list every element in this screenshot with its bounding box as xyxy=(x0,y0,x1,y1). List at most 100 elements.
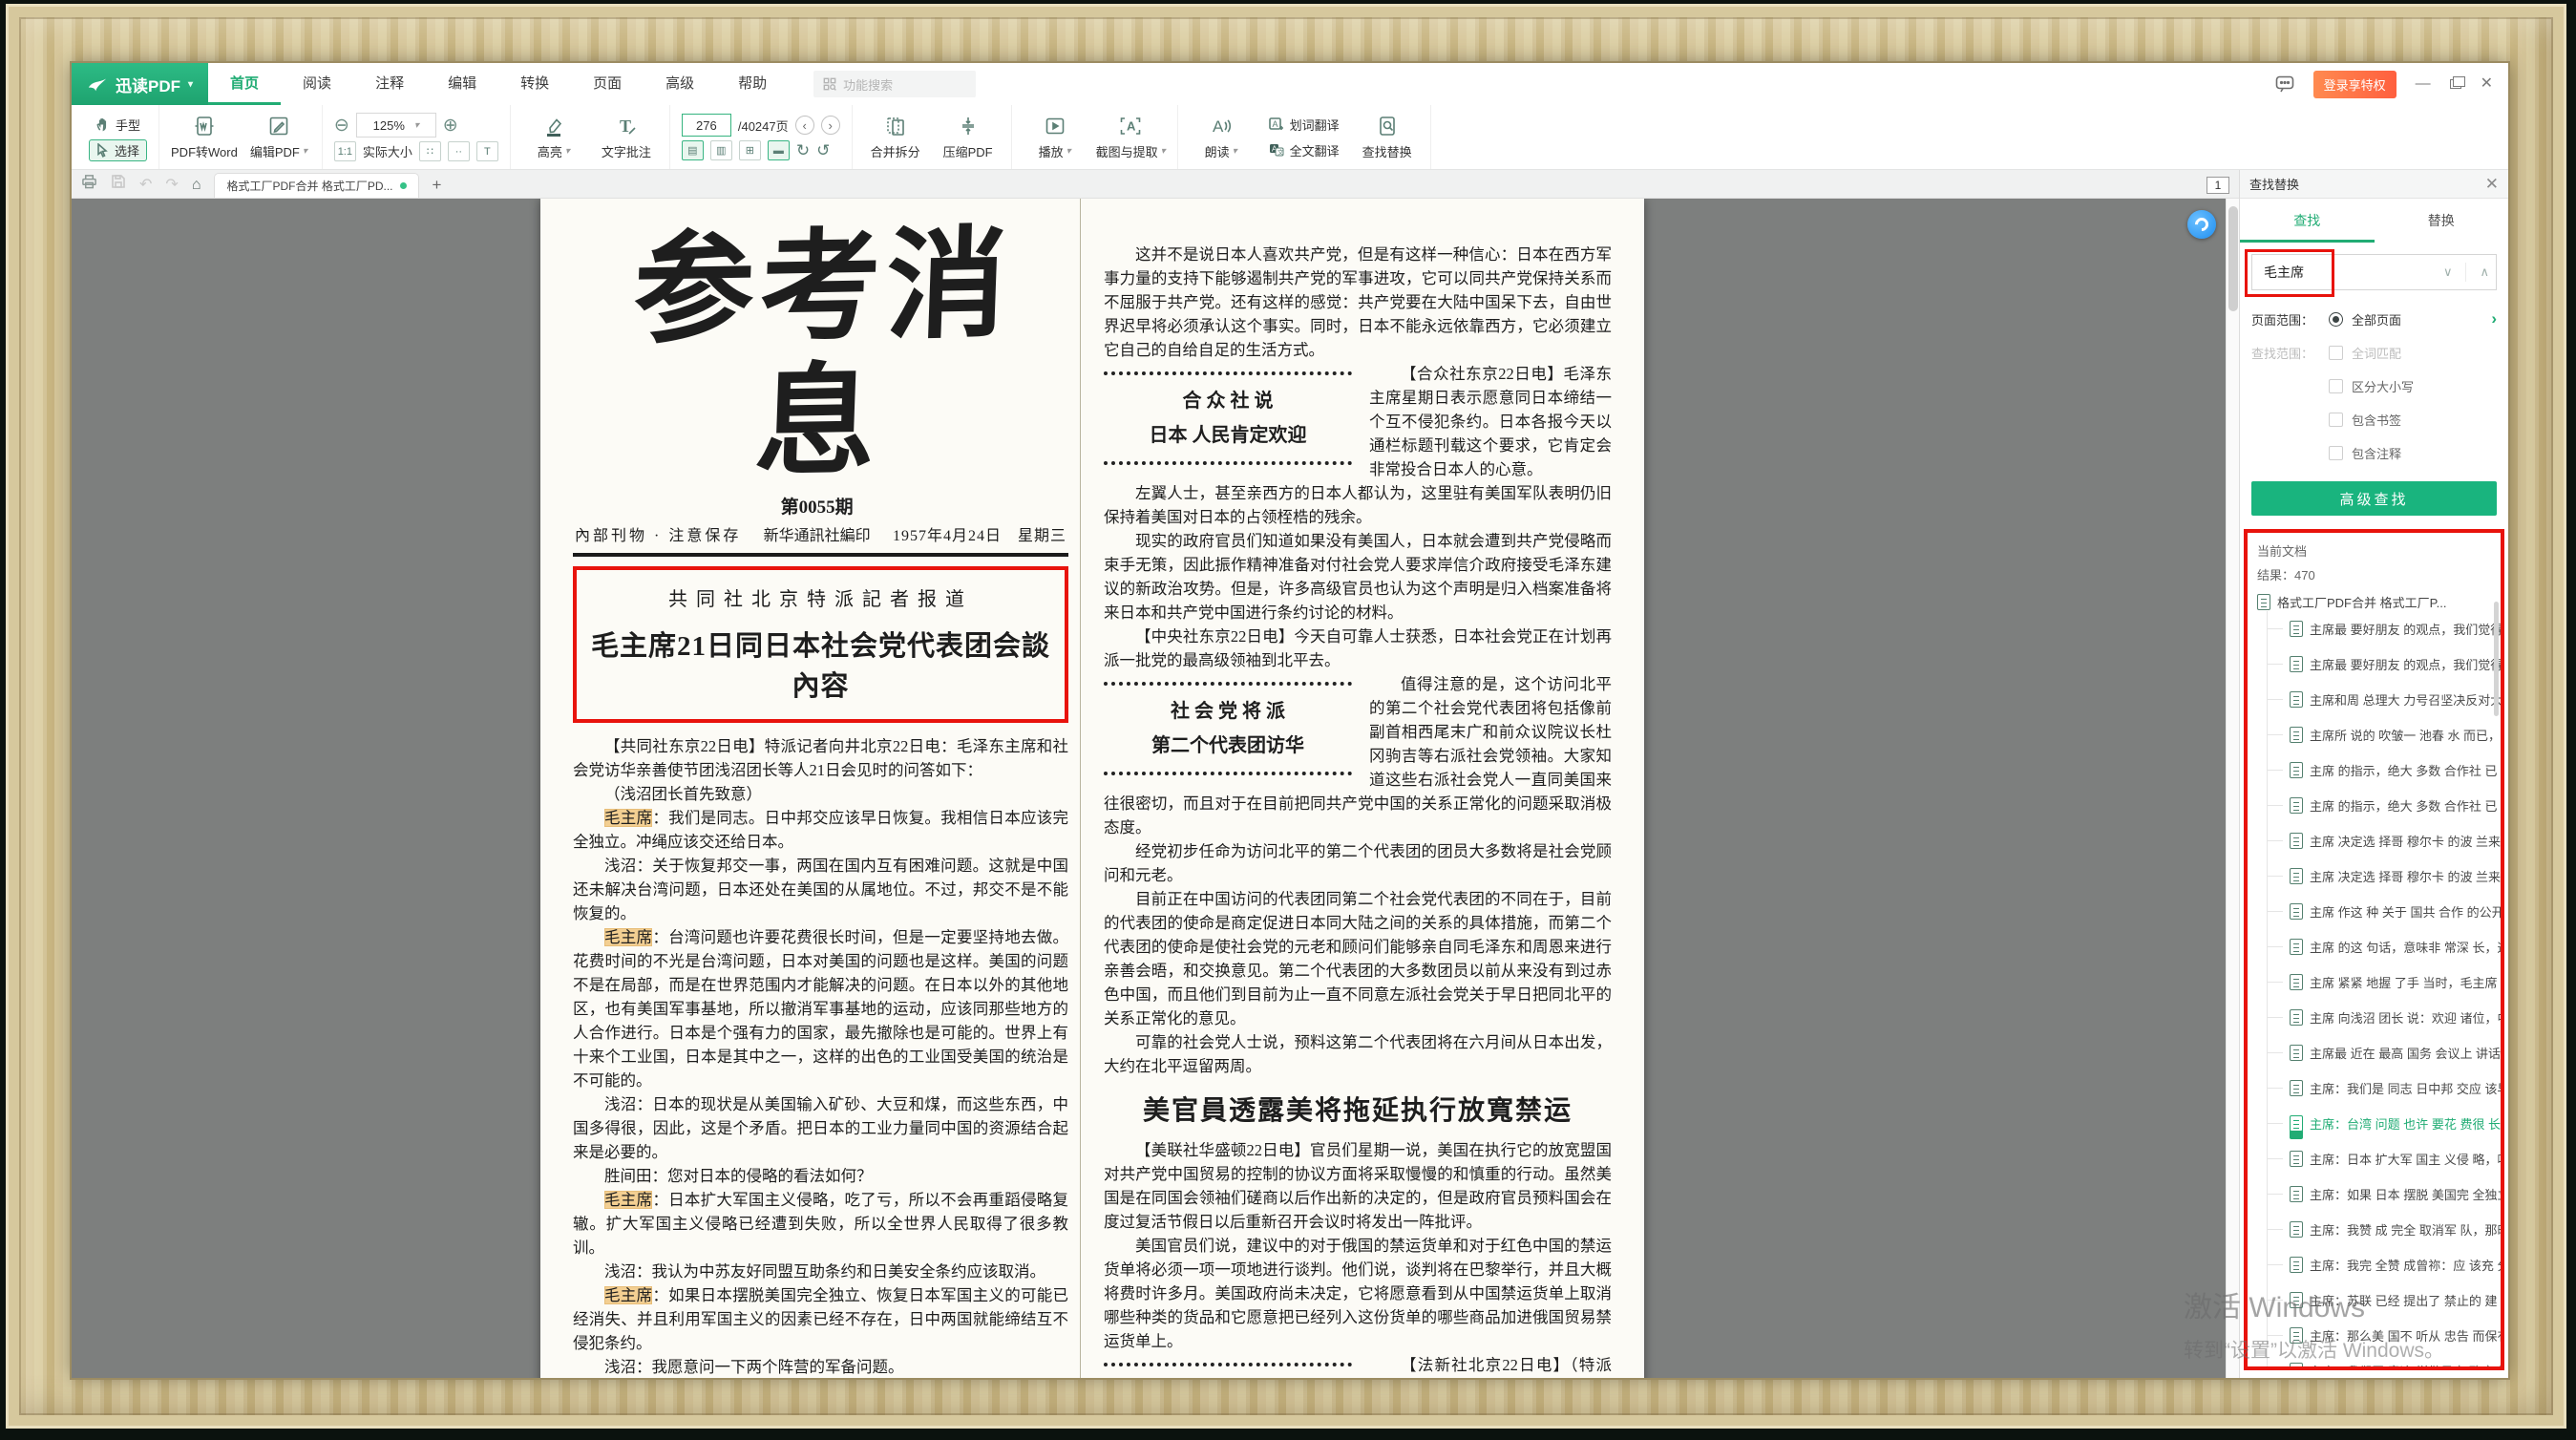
save-icon[interactable] xyxy=(111,174,126,194)
rotate-clockwise-button[interactable]: ↻ xyxy=(796,141,810,160)
document-scrollbar[interactable] xyxy=(2226,199,2239,1378)
search-result-item[interactable]: 主席 紧紧 地握 了手 当时，毛主席 向 xyxy=(2268,964,2501,1000)
search-result-item[interactable]: 主席：那么美 国不 听从 忠告 而保有 xyxy=(2268,1318,2501,1353)
fit-text-button[interactable]: T xyxy=(476,141,498,161)
search-result-item[interactable]: 主席 的指示，绝大 多数 合作社 已 xyxy=(2268,752,2501,788)
search-result-item[interactable]: 主席：如果 日本 摆脱 美国完 全独立 xyxy=(2268,1176,2501,1212)
search-result-item[interactable]: 主席最 近在 最高 国务 会议上 讲话 xyxy=(2268,1035,2501,1070)
undo-icon[interactable]: ↶ xyxy=(139,175,152,194)
ribbon-tab[interactable]: 注释 xyxy=(353,63,426,105)
text-annotation-button[interactable]: T 文字批注 xyxy=(595,115,658,160)
ribbon-tab[interactable]: 帮助 xyxy=(716,63,789,105)
full-translate-button[interactable]: A文 全文翻译 xyxy=(1262,139,1346,161)
ribbon-tab[interactable]: 页面 xyxy=(571,63,644,105)
ribbon-tab[interactable]: 首页 xyxy=(208,63,281,105)
search-result-item[interactable]: 主席和周 总理大 力号召坚决反对大 xyxy=(2268,682,2501,717)
select-tool-label: 选择 xyxy=(115,141,139,159)
compress-pdf-button[interactable]: 压缩PDF xyxy=(937,115,1000,160)
fit-width-button[interactable]: ·· xyxy=(448,141,470,161)
search-result-item[interactable]: 主席：苏联 已经 提出了 禁止的 建 xyxy=(2268,1282,2501,1318)
search-result-item[interactable]: 主席所 说的 吹皱一 池春 水 而已，没 xyxy=(2268,717,2501,752)
search-result-item[interactable]: 主席：我完 全赞 成曾祢：应 该充 分傅 xyxy=(2268,1247,2501,1282)
chevron-down-icon: ▾ xyxy=(1161,146,1166,157)
find-next-icon[interactable]: ∨ xyxy=(2443,265,2453,280)
checkbox-bookmarks[interactable] xyxy=(2329,413,2343,427)
two-page-view-button[interactable]: ▥ xyxy=(710,140,732,160)
document-canvas[interactable]: 参考消息 內部刊物 · 注意保存 第0055期 新华通訊社編印 1957年4月2… xyxy=(72,199,2239,1378)
highlight-button[interactable]: 高亮▾ xyxy=(522,115,585,160)
merge-split-button[interactable]: 合并拆分 xyxy=(864,115,927,160)
read-aloud-button[interactable]: A 朗读▾ xyxy=(1190,115,1253,160)
redo-icon[interactable]: ↷ xyxy=(165,175,178,194)
search-result-item[interactable]: 主席最 要好朋友 的观点，我们觉得 xyxy=(2268,646,2501,682)
pdf-to-word-button[interactable]: PDF转Word xyxy=(171,115,238,160)
tab-replace[interactable]: 替换 xyxy=(2375,199,2509,243)
close-button[interactable]: ✕ xyxy=(2481,76,2493,92)
floating-assistant-badge[interactable] xyxy=(2187,210,2216,239)
feedback-chat-icon[interactable] xyxy=(2275,75,2294,93)
fit-page-button[interactable]: ∷ xyxy=(419,141,441,161)
next-page-button[interactable]: › xyxy=(821,116,840,135)
tab-find[interactable]: 查找 xyxy=(2240,199,2375,243)
search-result-item[interactable]: 主席：日本 扩大军 国主 义侵 略，吃 xyxy=(2268,1141,2501,1176)
find-previous-icon[interactable]: ∧ xyxy=(2480,265,2489,280)
result-text: 主席所 说的 吹皱一 池春 水 而已，没 xyxy=(2310,726,2501,744)
chevron-right-icon[interactable]: › xyxy=(2491,309,2497,328)
checkbox-annotations[interactable] xyxy=(2329,446,2343,460)
search-result-item[interactable]: 主席最 要好朋友 的观点，我们觉得 xyxy=(2268,611,2501,646)
newspaper-block: 现实的政府官员们知道如果没有美国人，日本就会遭到共产党侵略而束手无策，因此振作精… xyxy=(1104,529,1612,625)
pdf-page: 参考消息 內部刊物 · 注意保存 第0055期 新华通訊社編印 1957年4月2… xyxy=(540,199,1644,1378)
home-icon[interactable]: ⌂ xyxy=(192,177,201,194)
results-scrollbar-thumb[interactable] xyxy=(2494,602,2499,716)
checkbox-case[interactable] xyxy=(2329,379,2343,393)
search-result-item[interactable]: 主席 决定选 择哥 穆尔卡 的波 兰来讲 xyxy=(2268,858,2501,894)
radio-selected-icon[interactable] xyxy=(2329,312,2343,327)
search-result-item[interactable]: 主席：我们是 同志 日中邦 交应 该早 xyxy=(2268,1070,2501,1106)
rotate-counterclockwise-button[interactable]: ↺ xyxy=(816,141,830,160)
screenshot-extract-button[interactable]: A 截图与提取▾ xyxy=(1096,115,1166,160)
login-button[interactable]: 登录享特权 xyxy=(2313,71,2397,98)
page-number-input[interactable] xyxy=(682,114,731,137)
checkbox-whole-word[interactable] xyxy=(2329,346,2343,360)
play-button[interactable]: 播放▾ xyxy=(1024,115,1087,160)
search-result-item[interactable]: 主席 向浅沼 团长 说：欢迎 诸位，中 xyxy=(2268,1000,2501,1035)
app-logo-menu[interactable]: 迅读PDF ▾ xyxy=(72,63,208,105)
single-page-view-button[interactable]: ▤ xyxy=(682,140,704,160)
new-tab-button[interactable]: + xyxy=(433,176,442,195)
results-root-item[interactable]: 格式工厂PDF合并 格式工厂P... xyxy=(2257,593,2501,611)
search-result-item[interactable]: 主席：我赞 成 完全 取消军 队，那时 xyxy=(2268,1212,2501,1247)
search-result-item[interactable]: 主席 的这 句话，意味非 常深 长，这 xyxy=(2268,929,2501,964)
annotations-label: 包含注释 xyxy=(2352,444,2401,462)
previous-page-button[interactable]: ‹ xyxy=(795,116,814,135)
fit-horizontal-view-button[interactable]: ▬ xyxy=(768,140,790,160)
minimize-button[interactable]: — xyxy=(2416,76,2431,92)
search-result-item[interactable]: 主席：我们愿 意这 样做日本 政府 的 xyxy=(2268,1353,2501,1366)
block-text: 【合众社东京22日电】毛泽东主席星期日表示愿意同日本缔结一个互不侵犯条约。日本各… xyxy=(1369,365,1612,478)
document-tab[interactable]: 格式工厂PDF合并 格式工厂PD... xyxy=(214,173,418,198)
select-tool-button[interactable]: 选择 xyxy=(89,139,147,161)
zoom-in-button[interactable]: ⊕ xyxy=(443,115,458,137)
ribbon-tab[interactable]: 编辑 xyxy=(426,63,498,105)
ribbon-tab[interactable]: 转换 xyxy=(498,63,571,105)
zoom-level-select[interactable]: 125%▾ xyxy=(356,113,436,138)
search-result-item[interactable]: 主席 决定选 择哥 穆尔卡 的波 兰来讲 xyxy=(2268,823,2501,858)
scrollbar-thumb[interactable] xyxy=(2228,206,2238,311)
close-icon[interactable]: ✕ xyxy=(2485,175,2499,194)
restore-button[interactable] xyxy=(2450,79,2461,89)
print-icon[interactable] xyxy=(81,174,97,194)
find-replace-button[interactable]: 查找替换 xyxy=(1356,115,1419,160)
newspaper-block: 【中央社东京22日电】今天自可靠人士获悉，日本社会党正在计划再派一批党的最高级领… xyxy=(1104,625,1612,672)
zoom-out-button[interactable]: ⊖ xyxy=(334,115,349,137)
quad-page-view-button[interactable]: ⊞ xyxy=(739,140,761,160)
function-search-box[interactable]: 功能搜索 xyxy=(813,71,976,97)
search-result-item[interactable]: 主席 的指示，绝大 多数 合作社 已 xyxy=(2268,788,2501,823)
ribbon-tab[interactable]: 阅读 xyxy=(281,63,353,105)
search-result-item[interactable]: 主席：台湾 问题 也许 要花 费很 长时 xyxy=(2268,1106,2501,1141)
hand-tool-button[interactable]: 手型 xyxy=(89,114,147,136)
ribbon-tab[interactable]: 高级 xyxy=(644,63,716,105)
search-result-item[interactable]: 主席 作这 种 关于 国共 合作 的公开 xyxy=(2268,894,2501,929)
actual-size-icon[interactable]: 1:1 xyxy=(334,141,356,161)
word-translate-button[interactable]: A 划词翻译 xyxy=(1262,114,1346,136)
edit-pdf-button[interactable]: 编辑PDF▾ xyxy=(247,115,310,160)
advanced-find-button[interactable]: 高级查找 xyxy=(2251,481,2497,516)
